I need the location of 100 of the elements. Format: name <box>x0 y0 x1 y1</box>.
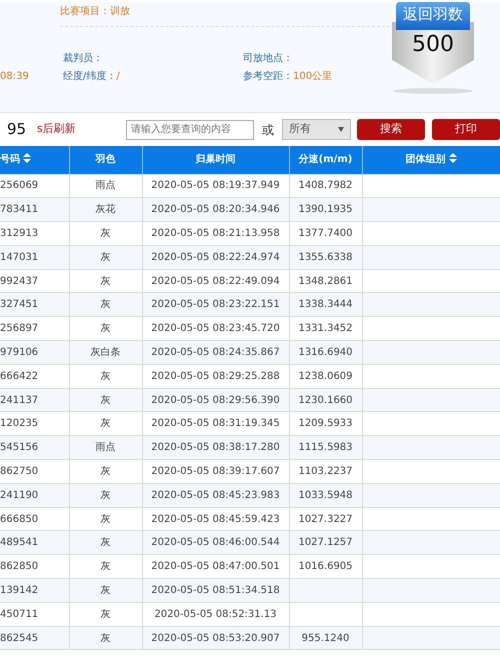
feather-color: 灰 <box>100 632 110 644</box>
arrival-time: 2020-05-05 08:29:56.390 <box>151 394 280 406</box>
speed-value: 1390.1935 <box>298 204 353 216</box>
ring-number: 147031 <box>0 252 38 263</box>
speed-value: 1377.7400 <box>298 228 353 239</box>
feather-color: 灰 <box>100 584 110 596</box>
field-label: 比赛项目： <box>60 4 110 18</box>
caret-icon <box>338 127 344 132</box>
arrival-time: 2020-05-05 08:52:31.13 <box>154 608 277 620</box>
ring-number: 862545 <box>0 632 38 644</box>
ring-number: 862750 <box>0 466 38 477</box>
arrival-time: 2020-05-05 08:39:17.607 <box>151 466 280 477</box>
speed-value: 1115.5983 <box>298 442 353 454</box>
ring-number: 979106 <box>0 346 38 358</box>
speed-value: 1209.5933 <box>298 418 353 430</box>
speed-value: 1103.2237 <box>298 466 353 477</box>
return-count: 500 <box>411 32 455 58</box>
ring-number: 489541 <box>0 537 38 548</box>
ring-number: 666422 <box>0 370 38 382</box>
field-label: 经度/纬度： <box>63 70 116 84</box>
arrival-time: 2020-05-05 08:23:22.151 <box>151 299 280 310</box>
ring-number: 783411 <box>0 204 38 216</box>
feather-color: 灰 <box>100 608 110 620</box>
arrival-time: 2020-05-05 08:24:35.867 <box>151 346 280 358</box>
feather-color: 灰 <box>100 276 110 287</box>
field-value: / <box>116 70 120 84</box>
speed-value: 1408.7982 <box>298 180 353 192</box>
ring-number: 992437 <box>0 276 38 287</box>
feather-color: 雨点 <box>96 180 116 192</box>
countdown-text: 95 <box>7 119 28 140</box>
column-header: 归巢时间 <box>196 154 236 166</box>
feather-color: 灰 <box>100 514 110 525</box>
sort-icon[interactable] <box>23 153 31 164</box>
speed-value: 1230.1660 <box>298 394 353 406</box>
field-label: 参考空距： <box>243 70 293 84</box>
ring-number: 241190 <box>0 490 38 501</box>
speed-value: 1238.0609 <box>298 370 353 382</box>
ring-number: 312913 <box>0 228 38 239</box>
column-header: 团体组别 <box>406 154 446 166</box>
ring-number: 241137 <box>0 394 38 406</box>
field-value: 训放 <box>110 4 130 18</box>
arrival-time: 2020-05-05 08:38:17.280 <box>151 442 280 454</box>
speed-value: 955.1240 <box>302 632 350 644</box>
search-button[interactable]: 搜索 <box>357 119 425 140</box>
feather-color: 灰 <box>100 370 110 382</box>
arrival-time: 2020-05-05 08:45:23.983 <box>151 490 280 501</box>
feather-color: 灰 <box>100 299 110 310</box>
feather-color: 灰 <box>100 228 110 239</box>
feather-color: 灰 <box>100 394 110 406</box>
speed-value: 1033.5948 <box>298 490 353 501</box>
arrival-time: 2020-05-05 08:53:20.907 <box>151 632 280 644</box>
speed-value: 1016.6905 <box>298 561 353 572</box>
speed-value: 1316.6940 <box>298 346 353 358</box>
field-value: 100公里 <box>293 70 332 84</box>
ring-number: 139142 <box>0 584 38 596</box>
arrival-time: 2020-05-05 08:19:37.949 <box>151 180 280 192</box>
ring-number: 327451 <box>0 299 38 310</box>
feather-color: 灰花 <box>96 204 116 216</box>
arrival-time: 2020-05-05 08:51:34.518 <box>151 584 280 596</box>
badge-title: 返回羽数 <box>402 4 464 24</box>
feather-color: 雨点 <box>96 442 116 454</box>
field-label: 裁判员： <box>63 52 103 66</box>
arrival-time: 2020-05-05 08:21:13.958 <box>151 228 280 239</box>
refresh-label: s后刷新 <box>37 121 77 138</box>
filter-dropdown[interactable]: 所有 <box>282 119 351 140</box>
ring-number: 256069 <box>0 180 38 192</box>
arrival-time: 2020-05-05 08:29:25.288 <box>151 370 280 382</box>
column-header: 分速(m/m) <box>298 154 352 166</box>
sort-icon[interactable] <box>448 153 456 164</box>
search-field[interactable]: 请输入您要查询的内容 <box>126 120 254 140</box>
speed-value: 1338.3444 <box>298 299 353 310</box>
column-header: 号码 <box>0 154 20 166</box>
ring-number: 862850 <box>0 561 38 572</box>
arrival-time: 2020-05-05 08:20:34.946 <box>151 204 280 216</box>
time-text: 08:39 <box>0 70 30 84</box>
arrival-time: 2020-05-05 08:47:00.501 <box>151 561 280 572</box>
feather-color: 灰 <box>100 537 110 548</box>
ring-number: 666850 <box>0 514 38 525</box>
arrival-time: 2020-05-05 08:22:49.094 <box>151 276 280 287</box>
field-label: 司放地点： <box>243 52 293 66</box>
feather-color: 灰 <box>100 418 110 430</box>
arrival-time: 2020-05-05 08:31:19.345 <box>151 418 280 430</box>
arrival-time: 2020-05-05 08:22:24.974 <box>151 252 280 263</box>
ring-number: 256897 <box>0 323 38 334</box>
speed-value: 1027.3227 <box>298 514 353 525</box>
column-header: 羽色 <box>96 154 116 166</box>
speed-value: 1027.1257 <box>298 537 353 548</box>
ring-number: 545156 <box>0 442 38 454</box>
speed-value: 1331.3452 <box>298 323 353 334</box>
feather-color: 灰 <box>100 490 110 501</box>
arrival-time: 2020-05-05 08:23:45.720 <box>151 323 280 334</box>
speed-value: 1348.2861 <box>298 276 353 287</box>
arrival-time: 2020-05-05 08:45:59.423 <box>151 514 280 525</box>
feather-color: 灰 <box>100 561 110 572</box>
feather-color: 灰 <box>100 252 110 263</box>
print-button[interactable]: 打印 <box>432 119 500 140</box>
feather-color: 灰白条 <box>90 346 120 358</box>
arrival-time: 2020-05-05 08:46:00.544 <box>151 537 280 548</box>
or-label: 或 <box>262 122 274 138</box>
feather-color: 灰 <box>100 323 110 334</box>
